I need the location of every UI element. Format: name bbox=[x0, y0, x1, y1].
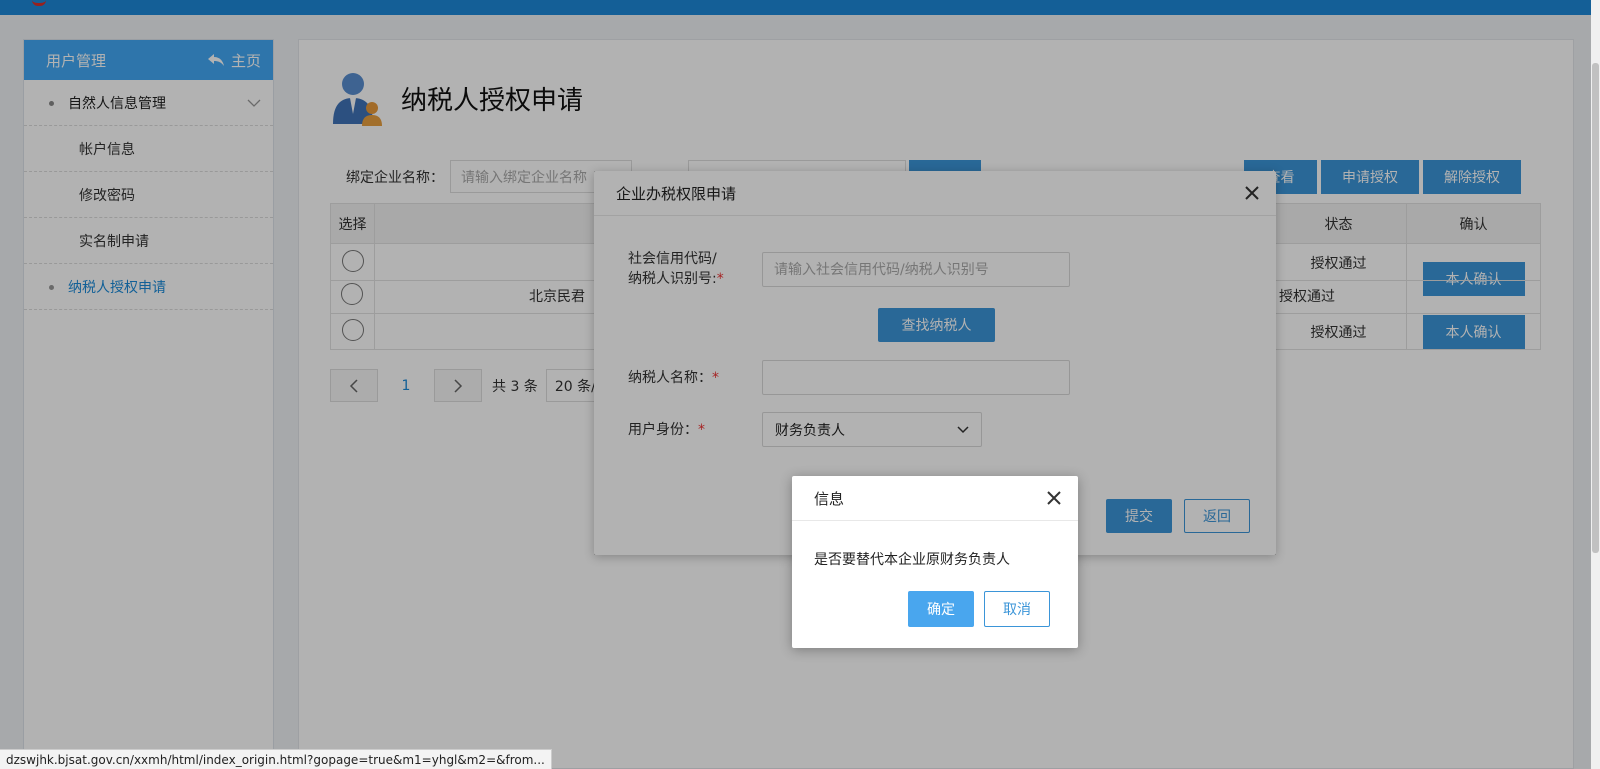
dialog-title: 信息 bbox=[814, 489, 845, 508]
info-dialog: 信息 是否要替代本企业原财务负责人 确定 取消 bbox=[792, 476, 1078, 648]
cancel-button[interactable]: 取消 bbox=[984, 591, 1050, 627]
dialog-message: 是否要替代本企业原财务负责人 bbox=[814, 552, 1010, 568]
dialog-header: 信息 bbox=[792, 476, 1078, 521]
ok-button[interactable]: 确定 bbox=[908, 591, 974, 627]
close-icon[interactable] bbox=[1046, 490, 1062, 506]
status-bar-url: dzswjhk.bjsat.gov.cn/xxmh/html/index_ori… bbox=[0, 749, 552, 769]
scrollbar-thumb[interactable] bbox=[1592, 63, 1599, 553]
scrollbar[interactable] bbox=[1591, 0, 1600, 769]
